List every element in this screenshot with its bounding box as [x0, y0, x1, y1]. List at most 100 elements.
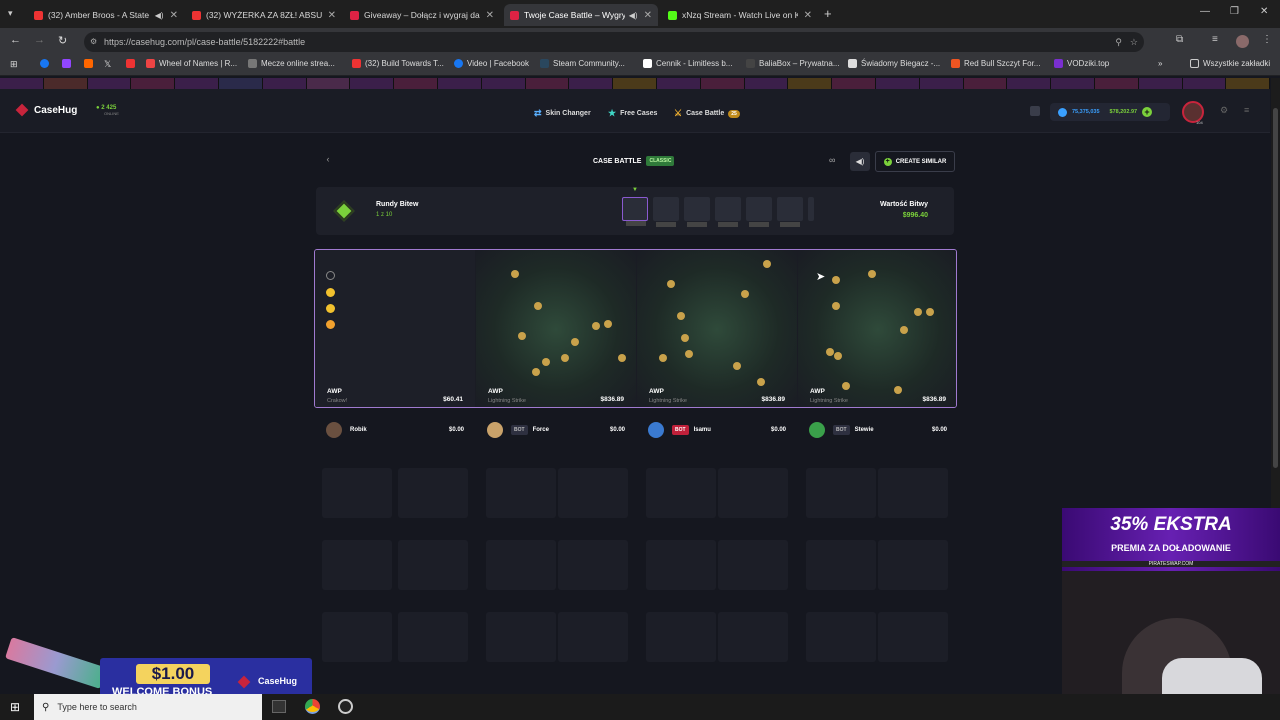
- bookmark-item[interactable]: Video | Facebook: [454, 59, 529, 68]
- add-funds-icon[interactable]: +: [1142, 107, 1153, 117]
- case-thumbnail[interactable]: [622, 197, 648, 226]
- youtube-icon[interactable]: [126, 59, 139, 68]
- apps-icon[interactable]: ⊞: [10, 59, 18, 70]
- case-thumbnail[interactable]: [684, 197, 710, 227]
- site-info-icon[interactable]: ⚙: [90, 32, 97, 52]
- all-bookmarks[interactable]: Wszystkie zakładki: [1190, 59, 1270, 68]
- bookmark-item[interactable]: Steam Community...: [540, 59, 625, 68]
- promo-banner[interactable]: 35% EKSTRA PREMIA ZA DOŁADOWANIE PIRATES…: [1062, 508, 1280, 571]
- welcome-bonus-banner[interactable]: $1.00 WELCOME BONUS CaseHug: [0, 637, 312, 700]
- forward-icon[interactable]: →: [34, 34, 45, 46]
- bookmark-item[interactable]: Cennik - Limitless b...: [643, 59, 732, 68]
- restore-icon[interactable]: ❐: [1230, 6, 1239, 17]
- chrome-icon[interactable]: [305, 699, 320, 714]
- bookmark-item[interactable]: VODziki.top: [1054, 59, 1109, 68]
- browser-tab-active[interactable]: Twoje Case Battle – Wygryw ◀) ✕: [504, 4, 658, 26]
- menu-icon[interactable]: ⋮: [1262, 34, 1272, 45]
- bonus-amount: $1.00: [136, 664, 210, 684]
- emote-icon[interactable]: [326, 304, 335, 313]
- emote-icon[interactable]: [326, 271, 335, 280]
- link-icon[interactable]: ∞: [829, 155, 835, 165]
- emote-icon[interactable]: [326, 320, 335, 329]
- sound-toggle-button[interactable]: ◀): [850, 152, 870, 171]
- reload-icon[interactable]: ↻: [58, 34, 67, 47]
- zoom-icon[interactable]: ⚲: [1115, 32, 1122, 52]
- battle-value-label: Wartość Bitwy: [880, 201, 928, 208]
- hamburger-menu-icon[interactable]: ≡: [1244, 105, 1249, 115]
- nav-free-cases[interactable]: ★ Free Cases: [608, 108, 657, 119]
- bookmark-item[interactable]: (32) Build Towards T...: [352, 59, 444, 68]
- player-row[interactable]: BOT Force $0.00: [477, 418, 635, 442]
- browser-tab[interactable]: (32) WYŻERKA ZA 8ZŁ! ABSURD ✕: [186, 4, 342, 26]
- case-thumbnail[interactable]: [715, 197, 741, 227]
- player-slot: AWP Crakow! $60.41: [315, 250, 475, 407]
- close-icon[interactable]: ✕: [170, 10, 178, 21]
- case-thumbnail[interactable]: [746, 197, 772, 227]
- casehug-logo[interactable]: CaseHug: [15, 103, 77, 117]
- bookmark-item[interactable]: BaliaBox – Prywatna...: [746, 59, 839, 68]
- player-row[interactable]: Robik $0.00: [316, 418, 474, 442]
- close-icon[interactable]: ✕: [804, 10, 812, 21]
- browser-tab[interactable]: Giveaway – Dołącz i wygraj da ✕: [344, 4, 500, 26]
- inventory-icon[interactable]: [1030, 106, 1040, 116]
- settings-icon[interactable]: ⚙: [1220, 105, 1228, 116]
- emote-icon[interactable]: [326, 288, 335, 297]
- player-row[interactable]: BOT Isamu $0.00: [638, 418, 796, 442]
- terminal-icon[interactable]: [272, 700, 286, 713]
- tab-list-menu-icon[interactable]: ▾: [8, 8, 13, 19]
- windows-start-icon[interactable]: ⊞: [10, 700, 20, 714]
- bot-badge: BOT: [833, 425, 850, 435]
- back-button[interactable]: ‹: [320, 154, 336, 168]
- twitch-icon[interactable]: [62, 59, 75, 68]
- bookmark-item[interactable]: Red Bull Szczyt For...: [951, 59, 1040, 68]
- player-total: $0.00: [770, 427, 786, 433]
- star-icon[interactable]: ☆: [1130, 32, 1138, 52]
- media-icon[interactable]: ≡: [1212, 34, 1218, 45]
- nav-skin-changer[interactable]: ⇄ Skin Changer: [534, 108, 591, 119]
- item-skin: Lightning Strike: [649, 398, 687, 404]
- x-icon[interactable]: 𝕏: [104, 59, 111, 70]
- facebook-icon[interactable]: [40, 59, 53, 68]
- bookmark-item[interactable]: Świadomy Biegacz -...: [848, 59, 940, 68]
- promo-site: PIRATESWAP.COM: [1062, 561, 1280, 567]
- close-icon[interactable]: ✕: [486, 10, 494, 21]
- player-name: Robik: [350, 427, 367, 433]
- back-icon[interactable]: ←: [10, 34, 21, 46]
- close-icon[interactable]: ✕: [644, 10, 652, 21]
- case-thumbnail[interactable]: [653, 197, 679, 227]
- avatar: [648, 422, 664, 438]
- bookmark-item[interactable]: Mecze online strea...: [248, 59, 335, 68]
- browser-tab[interactable]: (32) Amber Broos - A State ◀) ✕: [28, 4, 184, 26]
- extensions-icon[interactable]: ⧉: [1176, 34, 1183, 45]
- speaker-icon[interactable]: ◀): [629, 11, 638, 20]
- current-case-pointer: ▼: [632, 187, 638, 193]
- tab-title: Twoje Case Battle – Wygryw: [524, 10, 625, 20]
- case-thumbnail[interactable]: [777, 197, 803, 227]
- knife-graphic: [5, 637, 107, 689]
- promo-subtitle: PREMIA ZA DOŁADOWANIE: [1111, 543, 1231, 553]
- bookmark-icon[interactable]: [84, 59, 97, 68]
- minimize-icon[interactable]: —: [1200, 6, 1210, 17]
- case-thumbnail[interactable]: [808, 197, 814, 221]
- tab-title: (32) WYŻERKA ZA 8ZŁ! ABSURD: [206, 10, 322, 20]
- obs-icon[interactable]: [338, 699, 353, 714]
- url-field[interactable]: ⚙ https://casehug.com/pl/case-battle/518…: [84, 32, 1144, 52]
- close-window-icon[interactable]: ✕: [1260, 6, 1268, 17]
- new-tab-icon[interactable]: +: [824, 6, 832, 21]
- player-total: $0.00: [609, 427, 625, 433]
- taskbar-search[interactable]: ⚲ Type here to search: [34, 694, 262, 720]
- battle-value-amount: $996.40: [902, 212, 928, 219]
- chevron-right-icon[interactable]: »: [1158, 59, 1162, 68]
- battle-info-card: Rundy Bitew 1 z 10 ▼ Wartość Bitwy $996.…: [316, 187, 954, 235]
- nav-case-battle[interactable]: ⚔ Case Battle 25: [674, 108, 740, 119]
- browser-tab[interactable]: xNzq Stream - Watch Live on K ✕: [662, 4, 818, 26]
- bot-badge: BOT: [511, 425, 528, 435]
- create-similar-button[interactable]: + CREATE SIMILAR: [875, 151, 955, 172]
- balance-widget[interactable]: 75,375,035 $78,202.97 +: [1050, 103, 1170, 121]
- profile-avatar[interactable]: [1236, 35, 1249, 48]
- player-row[interactable]: BOT Stewie $0.00: [799, 418, 957, 442]
- search-placeholder: Type here to search: [57, 702, 137, 712]
- speaker-icon[interactable]: ◀): [155, 11, 164, 20]
- close-icon[interactable]: ✕: [328, 10, 336, 21]
- bookmark-item[interactable]: Wheel of Names | R...: [146, 59, 237, 68]
